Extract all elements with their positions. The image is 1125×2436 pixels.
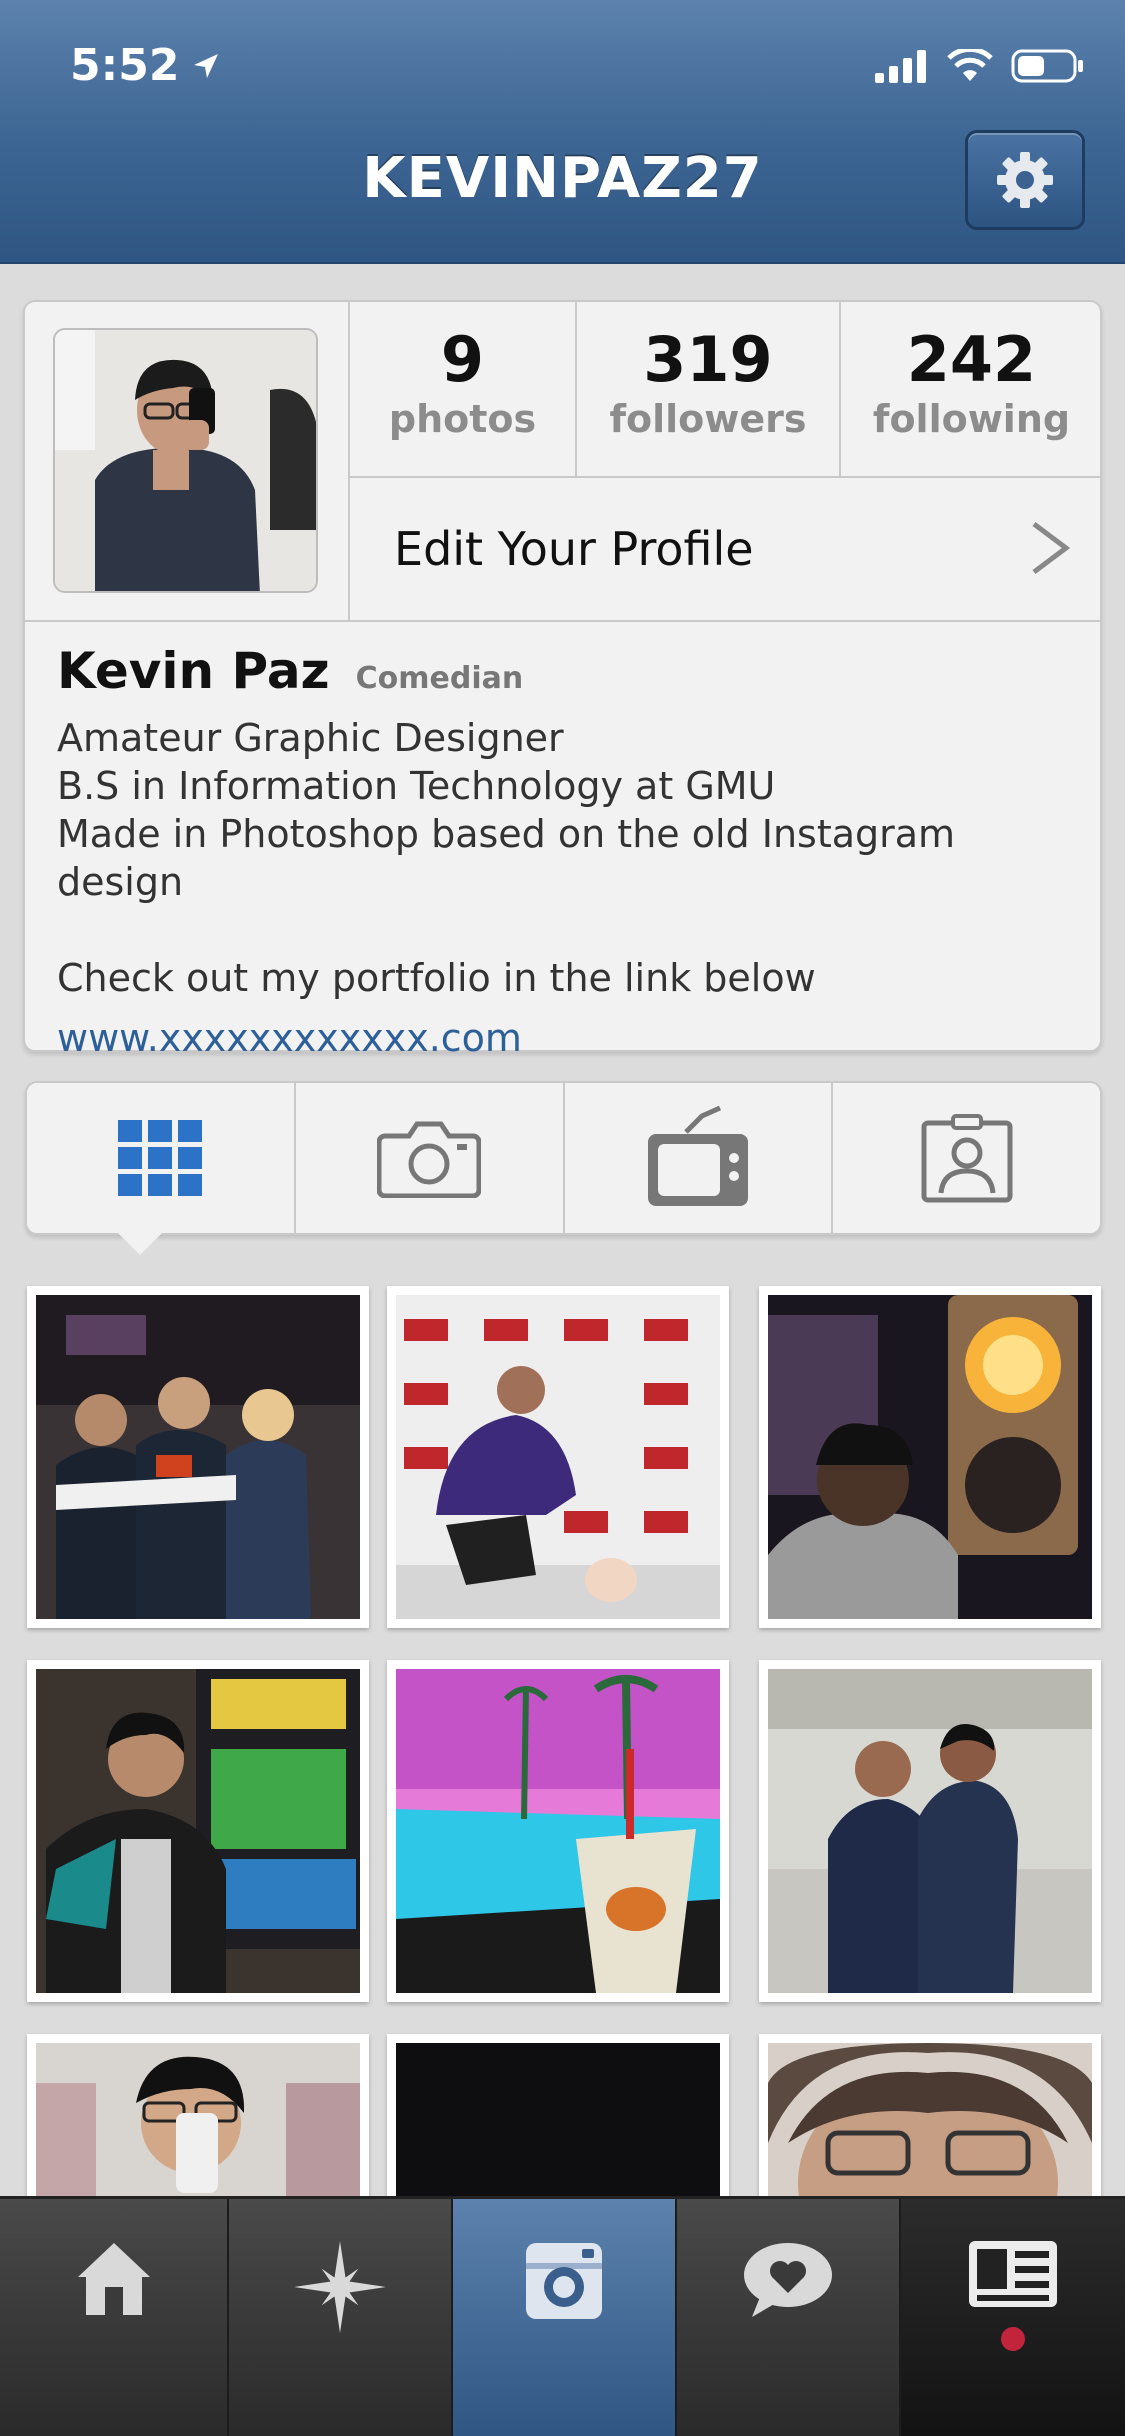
photo-tile[interactable]: [387, 1660, 729, 2002]
followers-label: followers: [609, 397, 807, 441]
tv-icon: [647, 1106, 748, 1206]
home-icon: [77, 2243, 150, 2315]
wifi-icon: [947, 49, 993, 81]
photos-label: photos: [388, 397, 537, 441]
stat-following[interactable]: 242 following: [841, 302, 1102, 478]
photo-tile[interactable]: [27, 1660, 369, 2002]
following-label: following: [872, 397, 1071, 441]
chevron-right-icon: [1032, 522, 1071, 574]
tab-grid[interactable]: [27, 1083, 296, 1233]
stat-photos[interactable]: 9 photos: [350, 302, 577, 478]
top-bar: 5:52 KEVINPAZ27: [0, 0, 1125, 264]
battery-icon: [1011, 49, 1083, 83]
location-arrow-icon: [194, 53, 219, 78]
tab-tv[interactable]: [565, 1083, 834, 1233]
photo-tile[interactable]: [759, 1286, 1101, 1628]
page-title: KEVINPAZ27: [362, 146, 763, 211]
tagged-person-icon: [921, 1114, 1013, 1203]
bottom-nav-bar: [0, 2196, 1125, 2436]
gear-icon: [997, 152, 1053, 208]
profile-category: Comedian: [355, 661, 524, 696]
profile-name: Kevin Paz: [57, 642, 330, 700]
edit-profile-label: Edit Your Profile: [394, 522, 754, 576]
bio-line: Check out my portfolio in the link below: [57, 956, 816, 1000]
bio-line: Made in Photoshop based on the old Insta…: [57, 812, 956, 904]
active-tab-pointer: [118, 1233, 162, 1255]
camera-icon: [377, 1121, 482, 1198]
avatar[interactable]: [53, 328, 318, 593]
status-icons: [875, 48, 1085, 84]
notification-dot: [1001, 2327, 1025, 2351]
cellular-signal-icon: [875, 50, 926, 83]
nav-home[interactable]: [0, 2199, 229, 2436]
following-count: 242: [906, 323, 1037, 396]
profile-card-icon: [969, 2241, 1057, 2307]
edit-profile-button[interactable]: Edit Your Profile: [350, 478, 1102, 622]
tab-tagged[interactable]: [833, 1083, 1100, 1233]
photo-tile[interactable]: [759, 1660, 1101, 2002]
photos-count: 9: [440, 323, 485, 396]
settings-button[interactable]: [965, 130, 1085, 230]
bio-section: Kevin Paz Comedian Amateur Graphic Desig…: [57, 642, 1077, 1060]
view-tabs: [25, 1081, 1102, 1235]
nav-camera[interactable]: [453, 2199, 677, 2436]
profile-card: 9 photos 319 followers 242 following Edi…: [23, 300, 1102, 1060]
avatar-container: [25, 302, 350, 622]
stat-followers[interactable]: 319 followers: [577, 302, 841, 478]
nav-explore[interactable]: [229, 2199, 453, 2436]
grid-view-icon: [118, 1120, 203, 1196]
nav-profile[interactable]: [901, 2199, 1125, 2436]
bio-line: [57, 906, 1077, 954]
heart-bubble-icon: [744, 2243, 832, 2317]
clock-text: 5:52: [70, 40, 180, 91]
photo-tile[interactable]: [387, 1286, 729, 1628]
nav-activity[interactable]: [677, 2199, 901, 2436]
bio-line: Amateur Graphic Designer: [57, 716, 564, 760]
tab-camera[interactable]: [296, 1083, 565, 1233]
photo-tile[interactable]: [27, 1286, 369, 1628]
profile-link[interactable]: www.xxxxxxxxxxxx.com: [57, 1016, 1077, 1060]
followers-count: 319: [643, 323, 773, 396]
instagram-camera-icon: [526, 2243, 602, 2319]
bio-line: B.S in Information Technology at GMU: [57, 764, 776, 808]
status-time: 5:52: [70, 40, 221, 91]
explore-star-icon: [294, 2241, 386, 2333]
